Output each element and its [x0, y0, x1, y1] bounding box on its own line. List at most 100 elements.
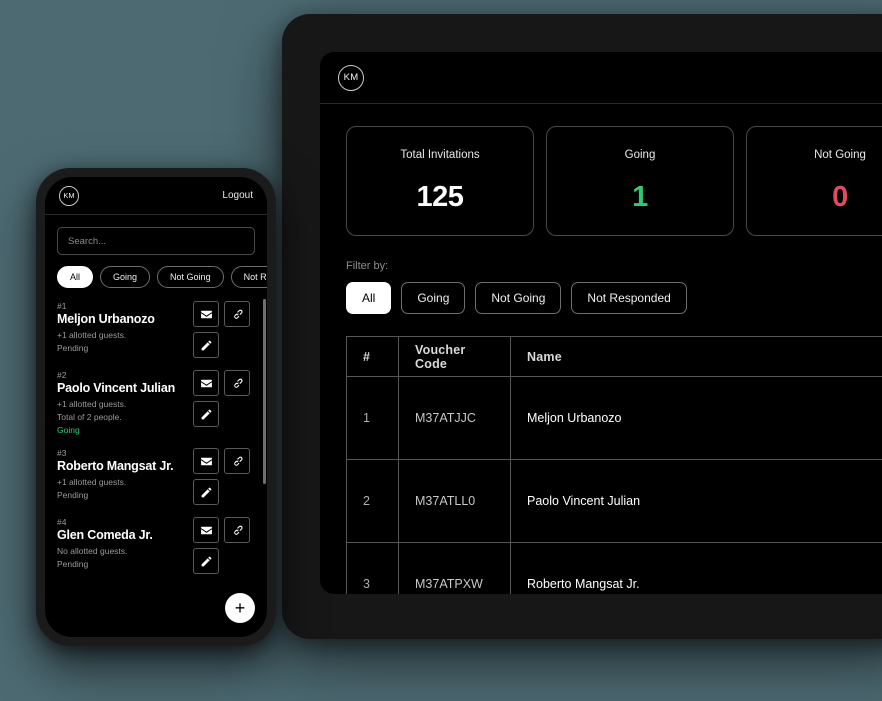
desktop-screen: KM Total Invitations 125 Going 1 Not Goi… — [320, 52, 882, 594]
envelope-icon-button[interactable] — [193, 448, 219, 475]
filter-by-label: Filter by: — [346, 260, 389, 272]
envelope-icon — [200, 457, 212, 466]
edit-pencil-icon-button[interactable] — [193, 332, 219, 358]
stat-value: 0 — [832, 180, 848, 213]
list-item-index: #2 — [57, 370, 67, 380]
phone-topbar: KM Logout — [45, 177, 267, 215]
screenshot-stage: KM Total Invitations 125 Going 1 Not Goi… — [0, 0, 882, 701]
list-item[interactable]: #1 Meljon Urbanozo +1 allotted guests. P… — [57, 301, 255, 358]
stat-card-not-going: Not Going 0 — [746, 126, 882, 236]
list-item-guests: +1 allotted guests. — [57, 330, 127, 340]
list-item-actions — [193, 517, 255, 575]
stat-card-total-invitations: Total Invitations 125 — [346, 126, 534, 236]
list-item-actions — [193, 370, 255, 436]
cell-voucher-code: M37ATLL0 — [398, 459, 511, 543]
cell-name: Roberto Mangsat Jr. — [510, 542, 882, 594]
link-icon-button[interactable] — [224, 448, 250, 475]
logout-button[interactable]: Logout — [222, 190, 253, 201]
list-item-index: #3 — [57, 448, 67, 459]
filter-not-going-button[interactable]: Not Going — [475, 282, 562, 314]
filter-not-going-button[interactable]: Not Going — [157, 266, 224, 288]
list-item-info: #1 Meljon Urbanozo +1 allotted guests. P… — [57, 301, 181, 358]
pencil-icon — [201, 556, 211, 567]
edit-pencil-icon-button[interactable] — [193, 401, 219, 427]
pencil-icon — [201, 340, 211, 350]
pencil-icon — [201, 487, 211, 498]
list-item-name: Glen Comeda Jr. — [57, 528, 153, 543]
list-item-info: #4 Glen Comeda Jr. No allotted guests. P… — [57, 517, 181, 574]
envelope-icon — [200, 379, 212, 387]
envelope-icon-button[interactable] — [193, 370, 219, 396]
guest-list: #1 Meljon Urbanozo +1 allotted guests. P… — [57, 301, 255, 575]
link-icon — [233, 309, 243, 319]
envelope-icon — [200, 526, 212, 535]
list-item[interactable]: #4 Glen Comeda Jr. No allotted guests. P… — [57, 517, 255, 575]
list-item-status: Going — [57, 424, 80, 435]
stat-label: Not Going — [814, 148, 866, 161]
phone-filter-group: All Going Not Going Not Responded — [57, 266, 267, 288]
list-item-guests: No allotted guests. — [57, 546, 128, 557]
phone-body: Search... All Going Not Going Not Respon… — [45, 215, 267, 637]
filter-all-button[interactable]: All — [57, 266, 94, 288]
avatar[interactable]: KM — [59, 185, 79, 206]
cell-number: 2 — [346, 459, 399, 543]
list-item-guests: +1 allotted guests. — [57, 477, 127, 488]
list-item-guests: +1 allotted guests. — [57, 399, 127, 409]
link-icon — [233, 456, 243, 466]
link-icon-button[interactable] — [224, 301, 250, 327]
list-item-info: #2 Paolo Vincent Julian +1 allotted gues… — [57, 370, 181, 436]
cell-voucher-code: M37ATPXW — [398, 542, 511, 594]
table-row[interactable]: 3 M37ATPXW Roberto Mangsat Jr. — [346, 542, 882, 594]
stat-cards-row: Total Invitations 125 Going 1 Not Going … — [320, 104, 882, 236]
link-icon — [233, 525, 243, 535]
stat-label: Total Invitations — [400, 148, 480, 161]
edit-pencil-icon-button[interactable] — [193, 479, 219, 506]
desktop-topbar: KM — [320, 52, 882, 104]
column-header-voucher-code: Voucher Code — [398, 336, 511, 377]
pencil-icon — [201, 409, 211, 419]
list-item-actions — [193, 448, 255, 506]
cell-name: Paolo Vincent Julian — [510, 459, 882, 543]
filter-going-button[interactable]: Going — [100, 266, 151, 288]
list-item-index: #1 — [57, 301, 67, 311]
avatar[interactable]: KM — [338, 64, 364, 91]
filter-not-responded-button[interactable]: Not Responded — [230, 266, 267, 288]
list-item-index: #4 — [57, 517, 67, 528]
list-item-name: Paolo Vincent Julian — [57, 381, 176, 395]
cell-name: Meljon Urbanozo — [510, 376, 882, 460]
filter-going-button[interactable]: Going — [401, 282, 466, 314]
filter-all-button[interactable]: All — [346, 282, 392, 314]
column-header-number: # — [346, 336, 399, 377]
desktop-device-frame: KM Total Invitations 125 Going 1 Not Goi… — [282, 14, 882, 639]
envelope-icon-button[interactable] — [193, 517, 219, 544]
stat-label: Going — [624, 148, 656, 161]
table-row[interactable]: 2 M37ATLL0 Paolo Vincent Julian — [346, 459, 882, 543]
list-item-status: Pending — [57, 490, 89, 500]
link-icon-button[interactable] — [224, 517, 250, 544]
search-input[interactable]: Search... — [57, 227, 255, 255]
envelope-icon — [200, 310, 212, 318]
list-item-status: Pending — [57, 559, 89, 569]
column-header-name: Name — [510, 336, 882, 377]
filter-section: Filter by: All Going Not Going Not Respo… — [320, 236, 882, 314]
cell-number: 1 — [346, 376, 399, 460]
avatar-initials: KM — [63, 191, 75, 200]
list-item[interactable]: #3 Roberto Mangsat Jr. +1 allotted guest… — [57, 448, 255, 506]
link-icon-button[interactable] — [224, 370, 250, 396]
invitations-table: # Voucher Code Name 1 M37ATJJC Meljon Ur… — [346, 336, 882, 594]
invitations-table-wrap: # Voucher Code Name 1 M37ATJJC Meljon Ur… — [320, 314, 882, 594]
table-header-row: # Voucher Code Name — [346, 336, 882, 377]
stat-value: 1 — [632, 180, 648, 213]
filter-pill-group: All Going Not Going Not Responded — [346, 282, 882, 314]
list-item-name: Roberto Mangsat Jr. — [57, 459, 174, 474]
list-item-info: #3 Roberto Mangsat Jr. +1 allotted guest… — [57, 448, 181, 505]
filter-not-responded-button[interactable]: Not Responded — [571, 282, 687, 314]
table-row[interactable]: 1 M37ATJJC Meljon Urbanozo — [346, 376, 882, 460]
envelope-icon-button[interactable] — [193, 301, 219, 327]
list-item[interactable]: #2 Paolo Vincent Julian +1 allotted gues… — [57, 370, 255, 436]
list-item-status: Pending — [57, 342, 89, 353]
vertical-scrollbar[interactable] — [263, 299, 266, 484]
edit-pencil-icon-button[interactable] — [193, 548, 219, 575]
search-placeholder: Search... — [68, 235, 107, 247]
add-guest-button[interactable]: + — [225, 593, 255, 623]
